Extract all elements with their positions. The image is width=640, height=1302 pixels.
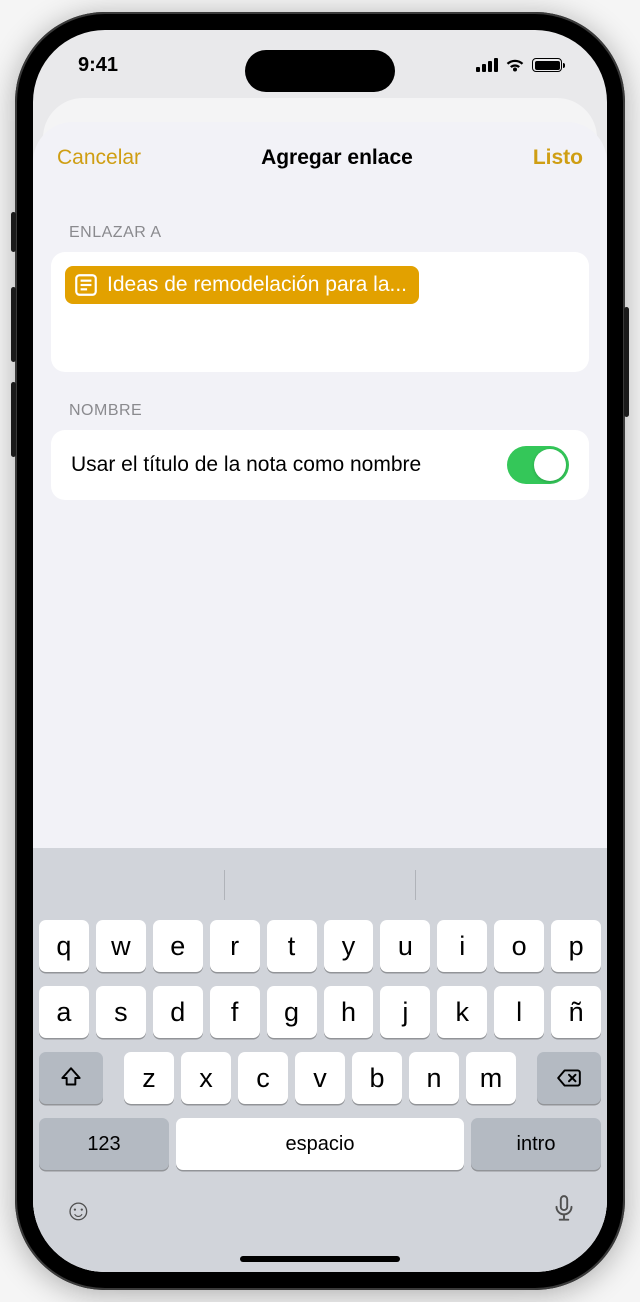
side-button	[11, 382, 16, 457]
status-time: 9:41	[78, 54, 118, 77]
key-w[interactable]: w	[96, 920, 146, 972]
side-button	[11, 287, 16, 362]
key-u[interactable]: u	[380, 920, 430, 972]
key-y[interactable]: y	[324, 920, 374, 972]
link-to-section-label: ENLAZAR A	[33, 194, 607, 252]
key-d[interactable]: d	[153, 986, 203, 1038]
key-e[interactable]: e	[153, 920, 203, 972]
key-c[interactable]: c	[238, 1052, 288, 1104]
status-indicators	[476, 58, 562, 73]
battery-icon	[532, 58, 562, 72]
key-ñ[interactable]: ñ	[551, 986, 601, 1038]
cellular-signal-icon	[476, 58, 498, 72]
done-button[interactable]: Listo	[533, 146, 583, 170]
key-b[interactable]: b	[352, 1052, 402, 1104]
link-target-field[interactable]: Ideas de remodelación para la...	[51, 252, 589, 372]
side-button	[624, 307, 629, 417]
delete-key[interactable]	[537, 1052, 601, 1104]
key-v[interactable]: v	[295, 1052, 345, 1104]
wifi-icon	[505, 58, 525, 73]
screen: 9:41 Cancelar Agregar enlace Listo ENLAZ…	[33, 30, 607, 1272]
space-key[interactable]: espacio	[176, 1118, 464, 1170]
key-i[interactable]: i	[437, 920, 487, 972]
selected-note-chip[interactable]: Ideas de remodelación para la...	[65, 266, 419, 304]
key-k[interactable]: k	[437, 986, 487, 1038]
key-p[interactable]: p	[551, 920, 601, 972]
name-option-card: Usar el título de la nota como nombre	[51, 430, 589, 500]
use-title-switch[interactable]	[507, 446, 569, 484]
note-icon	[73, 272, 99, 298]
home-indicator[interactable]	[240, 1256, 400, 1262]
add-link-sheet: Cancelar Agregar enlace Listo ENLAZAR A …	[33, 122, 607, 1272]
suggestion-bar[interactable]	[33, 860, 607, 910]
key-r[interactable]: r	[210, 920, 260, 972]
key-f[interactable]: f	[210, 986, 260, 1038]
key-h[interactable]: h	[324, 986, 374, 1038]
iphone-frame: 9:41 Cancelar Agregar enlace Listo ENLAZ…	[15, 12, 625, 1290]
key-a[interactable]: a	[39, 986, 89, 1038]
enter-key[interactable]: intro	[471, 1118, 601, 1170]
switch-knob	[534, 449, 566, 481]
key-q[interactable]: q	[39, 920, 89, 972]
sheet-title: Agregar enlace	[261, 146, 413, 170]
key-j[interactable]: j	[380, 986, 430, 1038]
use-title-toggle-row: Usar el título de la nota como nombre	[51, 430, 589, 500]
name-section-label: NOMBRE	[33, 372, 607, 430]
key-m[interactable]: m	[466, 1052, 516, 1104]
sheet-header: Cancelar Agregar enlace Listo	[33, 122, 607, 194]
key-z[interactable]: z	[124, 1052, 174, 1104]
shift-key[interactable]	[39, 1052, 103, 1104]
side-button	[11, 212, 16, 252]
cancel-button[interactable]: Cancelar	[57, 146, 141, 170]
chip-label: Ideas de remodelación para la...	[107, 273, 407, 297]
key-s[interactable]: s	[96, 986, 146, 1038]
dynamic-island	[245, 50, 395, 92]
key-x[interactable]: x	[181, 1052, 231, 1104]
toggle-label: Usar el título de la nota como nombre	[71, 452, 491, 478]
mode-switch-key[interactable]: 123	[39, 1118, 169, 1170]
key-n[interactable]: n	[409, 1052, 459, 1104]
key-l[interactable]: l	[494, 986, 544, 1038]
dictation-key-icon[interactable]	[551, 1194, 577, 1232]
key-o[interactable]: o	[494, 920, 544, 972]
key-t[interactable]: t	[267, 920, 317, 972]
keyboard[interactable]: qwertyuiop asdfghjklñ zxcvbnm 123 es	[33, 848, 607, 1272]
emoji-key-icon[interactable]: ☺	[63, 1194, 94, 1232]
key-g[interactable]: g	[267, 986, 317, 1038]
